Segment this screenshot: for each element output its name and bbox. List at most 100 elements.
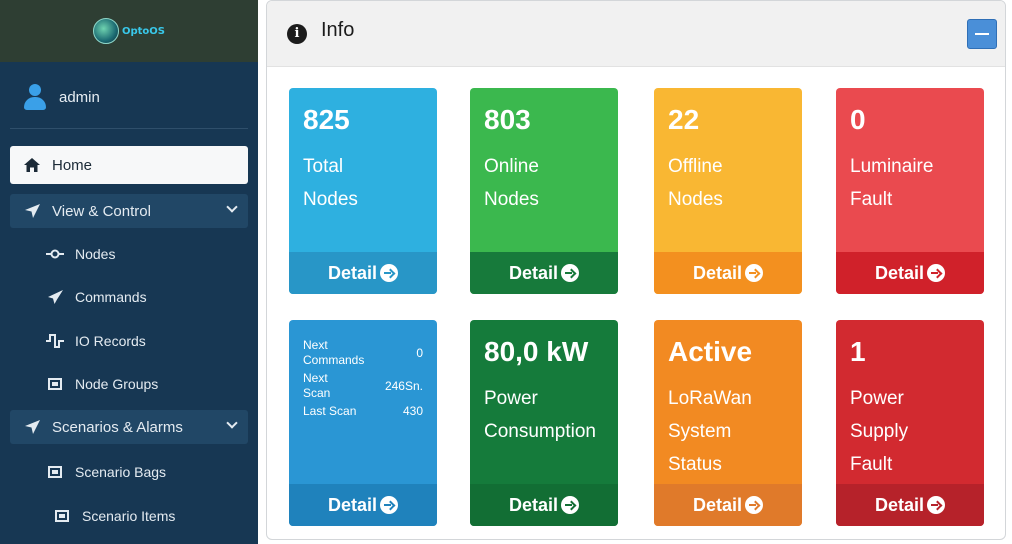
sidebar: OptoOS admin Home View & Control Nodes C…: [0, 0, 258, 544]
card-label: Power Consumption: [484, 388, 596, 442]
arrow-circle-right-icon: [380, 264, 399, 282]
collapse-button[interactable]: [967, 19, 997, 49]
home-icon: [22, 158, 42, 172]
sidebar-item-io-records[interactable]: IO Records: [10, 325, 248, 357]
user-name: admin: [59, 88, 100, 106]
card-offline-nodes: 22 Offline Nodes Detail: [654, 88, 802, 294]
detail-link[interactable]: Detail: [654, 252, 802, 294]
detail-label: Detail: [874, 262, 925, 283]
card-label: Power Supply Fault: [850, 388, 909, 475]
stat-value: 0: [416, 345, 423, 360]
sidebar-item-label: Node Groups: [75, 376, 159, 392]
detail-link[interactable]: Detail: [470, 252, 618, 294]
sidebar-item-label: View & Control: [52, 202, 151, 220]
stat-value: 246Sn.: [384, 378, 423, 393]
detail-label: Detail: [508, 494, 559, 515]
sidebar-item-scenario-bags[interactable]: Scenario Bags: [10, 456, 248, 488]
card-online-nodes: 803 Online Nodes Detail: [470, 88, 618, 294]
detail-link[interactable]: Detail: [289, 252, 437, 294]
arrow-circle-right-icon: [561, 496, 580, 514]
arrow-circle-right-icon: [927, 264, 946, 282]
stat-label: Last Scan: [303, 404, 357, 418]
chevron-down-icon[interactable]: [226, 417, 238, 429]
card-label: LoRaWan System Status: [668, 388, 752, 475]
divider: [10, 128, 248, 129]
card-value: 22: [668, 104, 700, 135]
sidebar-item-home[interactable]: Home: [10, 146, 248, 184]
user-profile[interactable]: admin: [24, 84, 100, 110]
arrow-circle-right-icon: [380, 496, 399, 514]
user-icon: [24, 84, 46, 110]
minus-icon: [975, 33, 989, 35]
stat-label: Next Commands: [303, 338, 365, 367]
card-scan-stats: Next Commands 0 Next Scan 246Sn. Last Sc…: [289, 320, 437, 526]
sidebar-item-label: Home: [52, 156, 93, 174]
group-box-icon: [45, 378, 65, 390]
sidebar-group-scenarios-alarms[interactable]: Scenarios & Alarms: [10, 410, 248, 444]
sidebar-group-view-control[interactable]: View & Control: [10, 194, 248, 228]
card-value: 825: [303, 104, 350, 135]
card-lorawan-status: Active LoRaWan System Status Detail: [654, 320, 802, 526]
detail-link[interactable]: Detail: [289, 484, 437, 526]
scan-stats: Next Commands 0 Next Scan 246Sn. Last Sc…: [303, 338, 423, 422]
sidebar-item-label: Scenarios & Alarms: [52, 418, 183, 436]
card-label: Offline Nodes: [668, 156, 723, 210]
logo-bar: OptoOS: [0, 0, 258, 62]
card-label: Online Nodes: [484, 156, 539, 210]
group-box-icon: [52, 510, 72, 522]
detail-label: Detail: [508, 262, 559, 283]
card-value: 1: [850, 336, 866, 367]
info-panel: i Info 825 Total Nodes Detail 803 Online…: [266, 0, 1006, 540]
detail-link[interactable]: Detail: [654, 484, 802, 526]
detail-label: Detail: [692, 494, 743, 515]
chevron-down-icon[interactable]: [226, 201, 238, 213]
sidebar-item-label: Commands: [75, 289, 147, 305]
stat-label: Next Scan: [303, 371, 331, 400]
globe-logo-icon: [92, 18, 119, 44]
group-box-icon: [45, 466, 65, 478]
card-power-consumption: 80,0 kW Power Consumption Detail: [470, 320, 618, 526]
sidebar-item-scenario-items[interactable]: Scenario Items: [10, 500, 248, 532]
stat-next-scan: Next Scan 246Sn.: [303, 371, 423, 401]
detail-label: Detail: [327, 494, 378, 515]
detail-link[interactable]: Detail: [470, 484, 618, 526]
arrow-circle-right-icon: [745, 264, 764, 282]
sidebar-item-commands[interactable]: Commands: [10, 281, 248, 313]
sidebar-item-label: Scenario Items: [82, 508, 176, 524]
signal-pulse-icon: [45, 334, 65, 348]
arrow-circle-right-icon: [745, 496, 764, 514]
sidebar-item-label: Scenario Bags: [75, 464, 167, 480]
node-icon: [45, 249, 65, 259]
detail-link[interactable]: Detail: [836, 252, 984, 294]
paper-plane-icon: [45, 290, 65, 304]
card-luminaire-fault: 0 Luminaire Fault Detail: [836, 88, 984, 294]
sidebar-item-label: Nodes: [75, 246, 116, 262]
card-value: 0: [850, 104, 866, 135]
card-label: Total Nodes: [303, 156, 358, 210]
panel-title: Info: [321, 19, 355, 41]
detail-label: Detail: [874, 494, 925, 515]
card-value: 80,0 kW: [484, 336, 589, 367]
card-value: 803: [484, 104, 531, 135]
location-arrow-icon: [22, 420, 42, 434]
detail-label: Detail: [692, 262, 743, 283]
detail-link[interactable]: Detail: [836, 484, 984, 526]
arrow-circle-right-icon: [561, 264, 580, 282]
sidebar-item-nodes[interactable]: Nodes: [10, 238, 248, 270]
stat-value: 430: [402, 404, 423, 418]
logo-text: OptoOS: [121, 25, 165, 37]
sidebar-item-label: IO Records: [75, 333, 146, 349]
stat-next-commands: Next Commands 0: [303, 338, 423, 368]
detail-label: Detail: [327, 262, 378, 283]
card-value: Active: [668, 336, 753, 367]
logo[interactable]: OptoOS: [92, 18, 165, 44]
info-icon: i: [287, 23, 307, 44]
card-label: Luminaire Fault: [850, 156, 934, 210]
location-arrow-icon: [22, 204, 42, 218]
card-total-nodes: 825 Total Nodes Detail: [289, 88, 437, 294]
panel-header: i Info: [267, 1, 1005, 67]
arrow-circle-right-icon: [927, 496, 946, 514]
stat-last-scan: Last Scan 430: [303, 404, 423, 419]
sidebar-item-node-groups[interactable]: Node Groups: [10, 368, 248, 400]
card-power-supply-fault: 1 Power Supply Fault Detail: [836, 320, 984, 526]
